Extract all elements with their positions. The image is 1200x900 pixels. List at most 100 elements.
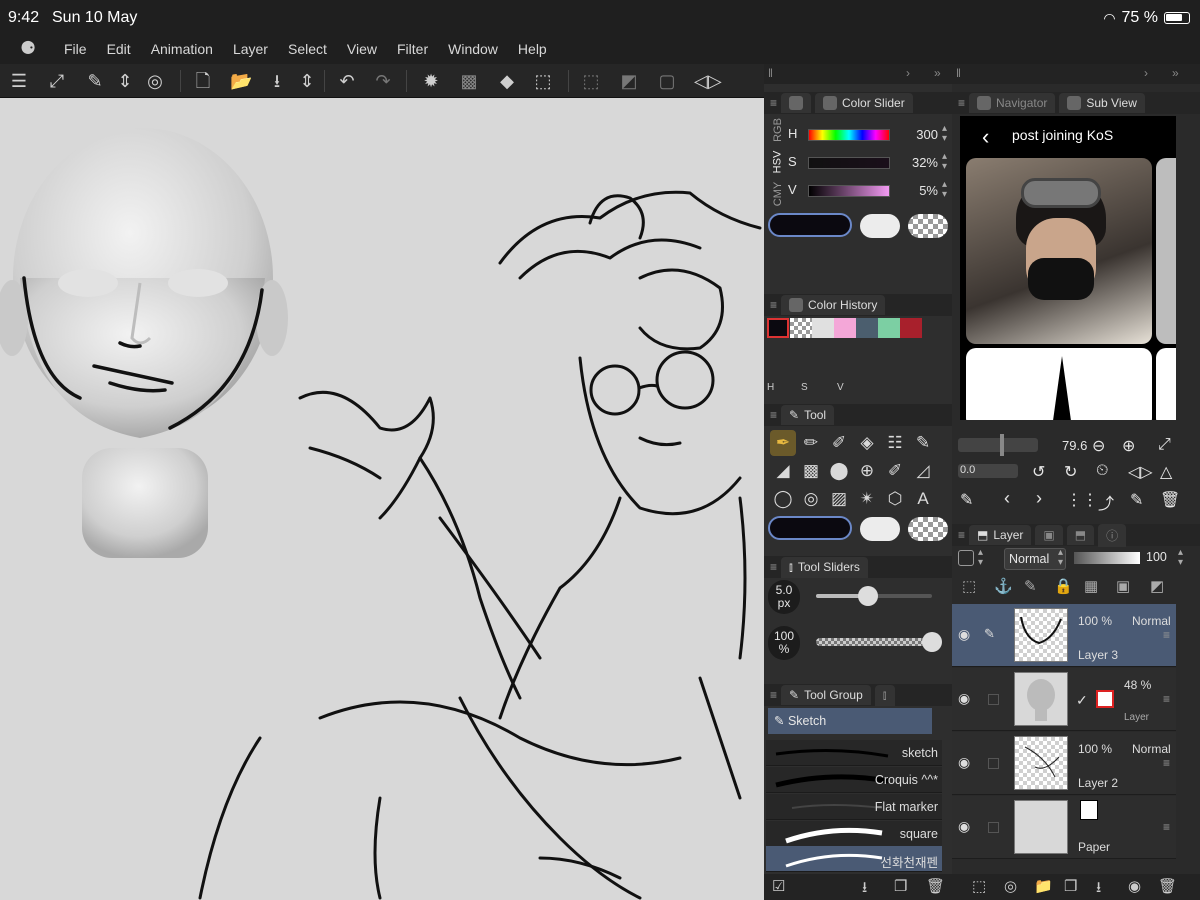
chevron-right-icon[interactable]: › [906, 66, 910, 80]
fit-screen-icon[interactable]: ⤢ [46, 70, 68, 92]
layer-color-stepper-icon[interactable]: ▴ ▾ [978, 548, 983, 568]
opacity-mini-slider[interactable]: 0.0 [958, 464, 1018, 478]
invert-selection-icon[interactable]: ◩ [618, 70, 640, 92]
layer-opacity-slider[interactable] [1074, 552, 1140, 564]
transparent-color-swatch[interactable] [908, 214, 948, 238]
blend-tool-icon[interactable]: ◢ [770, 458, 796, 484]
brush-item-flat-marker[interactable]: Flat marker [766, 794, 942, 820]
brush-item-square[interactable]: square [766, 821, 942, 847]
layer-select-checkbox[interactable] [988, 758, 999, 769]
menu-file[interactable]: File [64, 41, 87, 57]
trash-icon[interactable]: 🗑 [1160, 490, 1180, 510]
ruler-tool-icon[interactable]: ◿ [910, 458, 936, 484]
history-color-4[interactable] [834, 318, 856, 338]
tab-navigator[interactable]: Navigator [969, 93, 1056, 113]
transform-icon[interactable]: ⬚ [532, 70, 554, 92]
tab-color-history[interactable]: Color History [781, 295, 886, 315]
mode-rgb-tab[interactable]: RGB [772, 118, 784, 142]
new-folder-icon[interactable]: 📁 [1034, 877, 1053, 895]
save-stepper-icon[interactable]: ⇕ [296, 70, 318, 92]
drag-handle-icon[interactable]: ≡ [958, 96, 965, 110]
tab-tool-sliders[interactable]: ⫾ Tool Sliders [781, 556, 868, 578]
brush-item-croquis[interactable]: Croquis ^^* [766, 767, 942, 793]
import-icon[interactable]: ⭳ [862, 877, 867, 900]
edit-canvas-icon[interactable]: ✎ [84, 70, 106, 92]
tab-layer[interactable]: ⬒ Layer [969, 525, 1032, 545]
menu-window[interactable]: Window [448, 41, 498, 57]
chevron-right-icon[interactable]: › [1144, 66, 1148, 80]
duplicate-icon[interactable]: ❐ [894, 877, 907, 895]
visibility-eye-icon[interactable]: ◉ [958, 818, 974, 835]
saturation-stepper-icon[interactable]: ▴ ▾ [942, 152, 947, 172]
copy-layer-icon[interactable]: ❐ [1064, 877, 1077, 895]
mode-cmy-tab[interactable]: CMY [772, 182, 784, 206]
layer-select-checkbox[interactable] [988, 822, 999, 833]
save-icon[interactable]: ⭳ [266, 70, 288, 92]
fill-icon[interactable]: ◆ [496, 70, 518, 92]
pen-tool-icon[interactable]: ✒ [770, 430, 796, 456]
layer-opacity-stepper-icon[interactable]: ▴ ▾ [1178, 548, 1183, 568]
tab-tool[interactable]: ✎ Tool [781, 405, 835, 425]
reset-rotation-icon[interactable]: ⏲ [1096, 462, 1108, 480]
tool-transparent-swatch[interactable] [908, 517, 948, 541]
history-color-5[interactable] [856, 318, 878, 338]
tab-tool-group[interactable]: ✎ Tool Group [781, 685, 871, 705]
brush-size-mini-slider[interactable] [958, 434, 1038, 456]
draft-layer-icon[interactable]: ✎ [1024, 577, 1037, 595]
gradient-tool-icon[interactable]: ▨ [826, 486, 852, 512]
tab-sub-view[interactable]: Sub View [1059, 93, 1145, 113]
tool-group-selected[interactable]: ✎ Sketch [768, 708, 932, 734]
menu-animation[interactable]: Animation [151, 41, 213, 57]
app-logo-icon[interactable]: ⚈ [20, 38, 36, 59]
auto-select-icon[interactable]: ◎ [798, 486, 824, 512]
history-color-6[interactable] [878, 318, 900, 338]
layer-mask-icon[interactable]: ◉ [1128, 877, 1141, 895]
brush-opacity-slider[interactable] [816, 632, 942, 652]
tool-sub-color-swatch[interactable] [860, 517, 900, 541]
up-down-stepper-icon[interactable]: ⇕ [114, 70, 136, 92]
layer-row-layer-2[interactable]: ◉ 100 % Normal Layer 2 ≡ [952, 732, 1176, 795]
menu-filter[interactable]: Filter [397, 41, 428, 57]
drag-handle-icon[interactable]: ≡ [770, 298, 777, 312]
double-chevron-right-icon[interactable]: » [1172, 66, 1179, 80]
layer-row-paper[interactable]: ◉ Paper ≡ [952, 796, 1176, 859]
fill-drop-icon[interactable]: ⬤ [826, 458, 852, 484]
layer-select-checkbox[interactable] [988, 694, 999, 705]
layer-menu-icon[interactable]: ≡ [1163, 628, 1170, 642]
history-color-3[interactable] [812, 318, 834, 338]
photo-thumbnail-2[interactable] [966, 348, 1152, 420]
history-h-label[interactable]: H [767, 382, 774, 393]
visibility-eye-icon[interactable]: ◉ [958, 626, 974, 643]
main-color-swatch[interactable] [768, 213, 852, 237]
chevron-right-icon[interactable]: › [1036, 488, 1042, 509]
correct-line-icon[interactable]: ✐ [882, 458, 908, 484]
value-slider[interactable] [808, 185, 890, 197]
menu-layer[interactable]: Layer [233, 41, 268, 57]
layer-row-3d-layer[interactable]: ◉ ✓ 48 % Layer ≡ [952, 668, 1176, 731]
tab-layer-property[interactable]: ▣ [1035, 525, 1063, 545]
visibility-eye-icon[interactable]: ◉ [958, 690, 974, 707]
tab-color-slider[interactable]: Color Slider [815, 93, 913, 113]
brush-tool-icon[interactable]: ✐ [826, 430, 852, 456]
rotate-left-icon[interactable]: ↺ [1032, 462, 1045, 482]
pattern-tool-icon[interactable]: ▩ [798, 458, 824, 484]
grip-icon[interactable]: ‖ [768, 66, 773, 80]
double-chevron-right-icon[interactable]: » [934, 66, 941, 80]
3d-head-model[interactable] [0, 128, 288, 558]
history-v-label[interactable]: V [837, 382, 844, 393]
tab-layer-info[interactable]: ⓘ [1098, 523, 1127, 547]
edit-note-icon[interactable]: ✎ [1130, 490, 1143, 510]
clip-studio-icon[interactable]: ◎ [144, 70, 166, 92]
flip-vertical-view-icon[interactable]: △ [1160, 462, 1172, 482]
lock-transparency-icon[interactable]: ▦ [1084, 577, 1098, 595]
tab-color-wheel[interactable] [781, 93, 812, 113]
minus-icon[interactable]: ⊖ [1092, 436, 1105, 456]
drag-handle-icon[interactable]: ≡ [958, 528, 965, 542]
drawing-canvas[interactable] [0, 98, 764, 900]
selection-border-icon[interactable]: ▢ [656, 70, 678, 92]
drag-handle-icon[interactable]: ≡ [770, 688, 777, 702]
airbrush-tool-icon[interactable]: ☷ [882, 430, 908, 456]
chevron-left-icon[interactable]: ‹ [1004, 488, 1010, 509]
drag-handle-icon[interactable]: ≡ [770, 408, 777, 422]
back-arrow-icon[interactable]: ‹ [982, 124, 989, 150]
